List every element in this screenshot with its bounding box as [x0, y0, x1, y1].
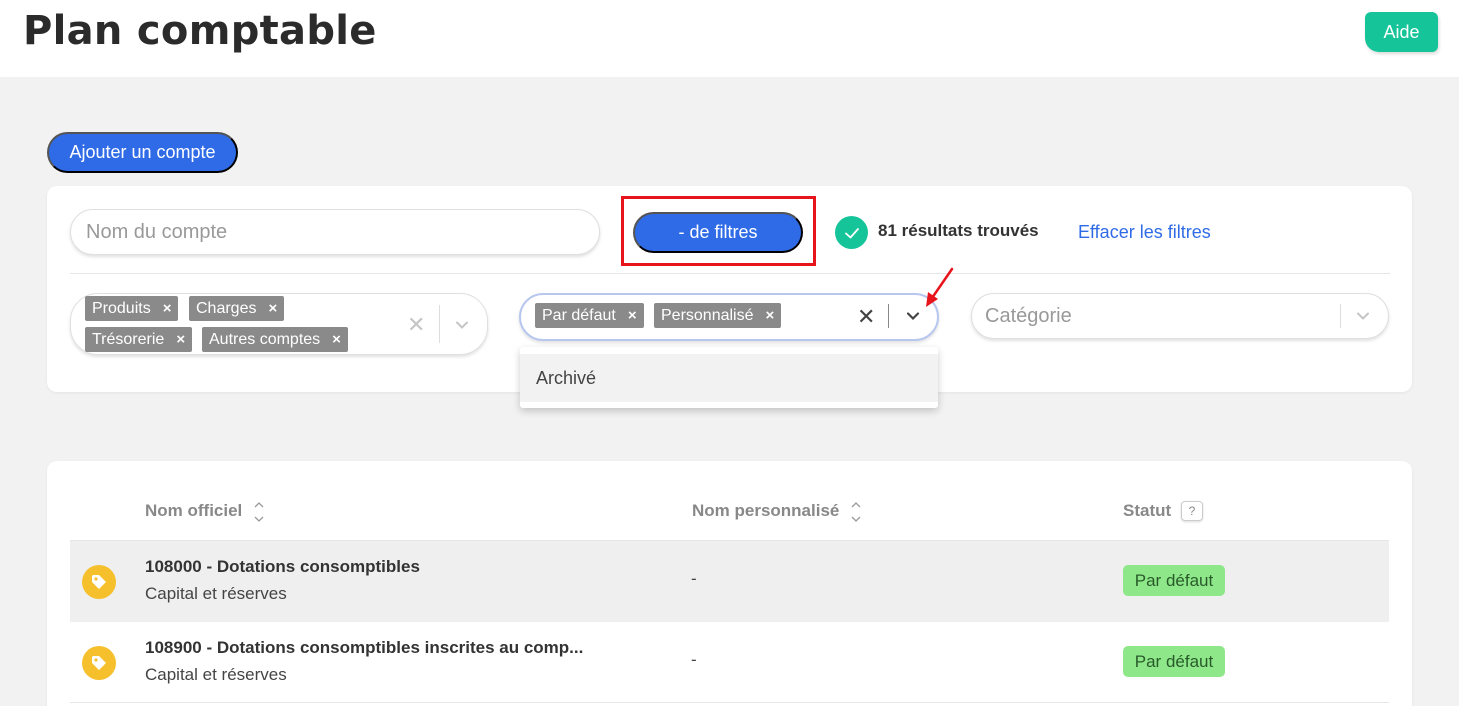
table-row[interactable]: 108900 - Dotations consomptibles inscrit…	[70, 622, 1389, 703]
filter-divider	[70, 273, 1390, 274]
remove-tag-icon[interactable]: ×	[628, 307, 637, 324]
type-tag-charges: Charges ×	[189, 296, 285, 321]
results-count: 81 résultats trouvés	[878, 221, 1039, 240]
remove-tag-icon[interactable]: ×	[176, 331, 185, 348]
account-name-search-input[interactable]: Nom du compte	[70, 209, 600, 255]
account-name: 108900 - Dotations consomptibles inscrit…	[145, 638, 584, 657]
chevron-down-icon[interactable]	[906, 309, 920, 323]
account-category: Capital et réserves	[145, 665, 287, 684]
tag-icon	[82, 646, 116, 680]
status-dropdown-menu: Archivé	[520, 347, 938, 408]
clear-selection-icon[interactable]: ✕	[407, 312, 425, 338]
tag-label: Trésorerie	[92, 330, 165, 348]
less-filters-button[interactable]: - de filtres	[633, 212, 803, 253]
column-header-status: Statut	[1123, 501, 1172, 520]
help-icon[interactable]: ?	[1181, 501, 1203, 521]
tag-label: Personnalisé	[661, 306, 754, 324]
tag-label: Charges	[196, 299, 257, 317]
status-tag-personnalise: Personnalisé ×	[654, 303, 782, 328]
tag-icon	[82, 565, 116, 599]
category-placeholder: Catégorie	[985, 305, 1072, 327]
remove-tag-icon[interactable]: ×	[332, 331, 341, 348]
select-separator	[439, 305, 440, 343]
status-badge: Par défaut	[1123, 646, 1225, 677]
add-account-button[interactable]: Ajouter un compte	[47, 132, 238, 173]
tag-label: Produits	[92, 299, 151, 317]
table-row[interactable]: 108000 - Dotations consomptibles Capital…	[70, 541, 1389, 622]
column-header-custom-name[interactable]: Nom personnalisé	[692, 501, 839, 521]
status-tag-par-defaut: Par défaut ×	[535, 303, 644, 328]
clear-filters-link[interactable]: Effacer les filtres	[1078, 222, 1211, 243]
annotation-arrow-icon	[926, 267, 954, 307]
dropdown-option-archive[interactable]: Archivé	[520, 354, 938, 402]
select-separator	[1340, 304, 1341, 328]
type-tag-tresorerie: Trésorerie ×	[85, 327, 193, 352]
type-tag-produits: Produits ×	[85, 296, 179, 321]
custom-name: -	[691, 569, 697, 588]
type-tag-autres-comptes: Autres comptes ×	[202, 327, 348, 352]
tag-label: Autres comptes	[209, 330, 321, 348]
clear-selection-icon[interactable]: ✕	[857, 304, 875, 330]
check-icon	[835, 216, 868, 249]
remove-tag-icon[interactable]: ×	[268, 300, 277, 317]
page-title: Plan comptable	[23, 8, 377, 54]
account-name: 108000 - Dotations consomptibles	[145, 557, 420, 576]
custom-name: -	[691, 650, 697, 669]
sort-icon[interactable]	[253, 500, 265, 524]
chevron-down-icon[interactable]	[455, 318, 469, 332]
remove-tag-icon[interactable]: ×	[766, 307, 775, 324]
column-header-official-name[interactable]: Nom officiel	[145, 501, 242, 521]
sort-icon[interactable]	[850, 500, 862, 524]
chevron-down-icon[interactable]	[1356, 309, 1370, 323]
help-button[interactable]: Aide	[1365, 12, 1438, 52]
account-category: Capital et réserves	[145, 584, 287, 603]
tag-label: Par défaut	[542, 306, 616, 324]
status-badge: Par défaut	[1123, 565, 1225, 596]
search-placeholder: Nom du compte	[86, 220, 228, 243]
select-separator	[888, 304, 889, 328]
remove-tag-icon[interactable]: ×	[163, 300, 172, 317]
